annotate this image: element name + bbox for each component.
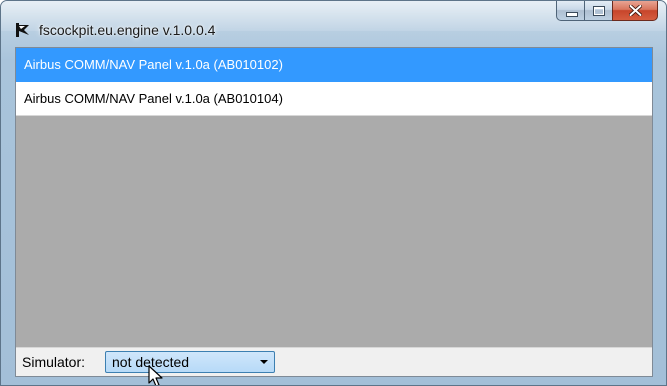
app-window: fscockpit.eu.engine v.1.0.0.4 Airbus COM… (0, 0, 667, 386)
minimize-button[interactable] (556, 1, 584, 21)
panel-list-item-label: Airbus COMM/NAV Panel v.1.0a (AB010102) (24, 57, 283, 72)
minimize-icon (566, 12, 578, 17)
caption-buttons (556, 1, 658, 21)
status-bar: Simulator: not detected (16, 347, 652, 376)
panel-list[interactable]: Airbus COMM/NAV Panel v.1.0a (AB010102) … (15, 47, 653, 377)
maximize-icon (593, 6, 605, 16)
simulator-label: Simulator: (22, 354, 86, 370)
panel-list-item[interactable]: Airbus COMM/NAV Panel v.1.0a (AB010102) (16, 48, 652, 82)
window-title: fscockpit.eu.engine v.1.0.0.4 (39, 22, 216, 38)
mouse-pointer-icon (148, 365, 163, 385)
close-icon (629, 5, 642, 16)
close-button[interactable] (612, 1, 658, 21)
aircraft-icon (14, 22, 30, 38)
simulator-dropdown[interactable]: not detected (105, 351, 275, 373)
title-bar[interactable]: fscockpit.eu.engine v.1.0.0.4 (1, 1, 666, 47)
panel-list-item-label: Airbus COMM/NAV Panel v.1.0a (AB010104) (24, 91, 283, 106)
panel-list-item[interactable]: Airbus COMM/NAV Panel v.1.0a (AB010104) (16, 82, 652, 116)
chevron-down-icon (260, 360, 268, 364)
maximize-button[interactable] (584, 1, 612, 21)
